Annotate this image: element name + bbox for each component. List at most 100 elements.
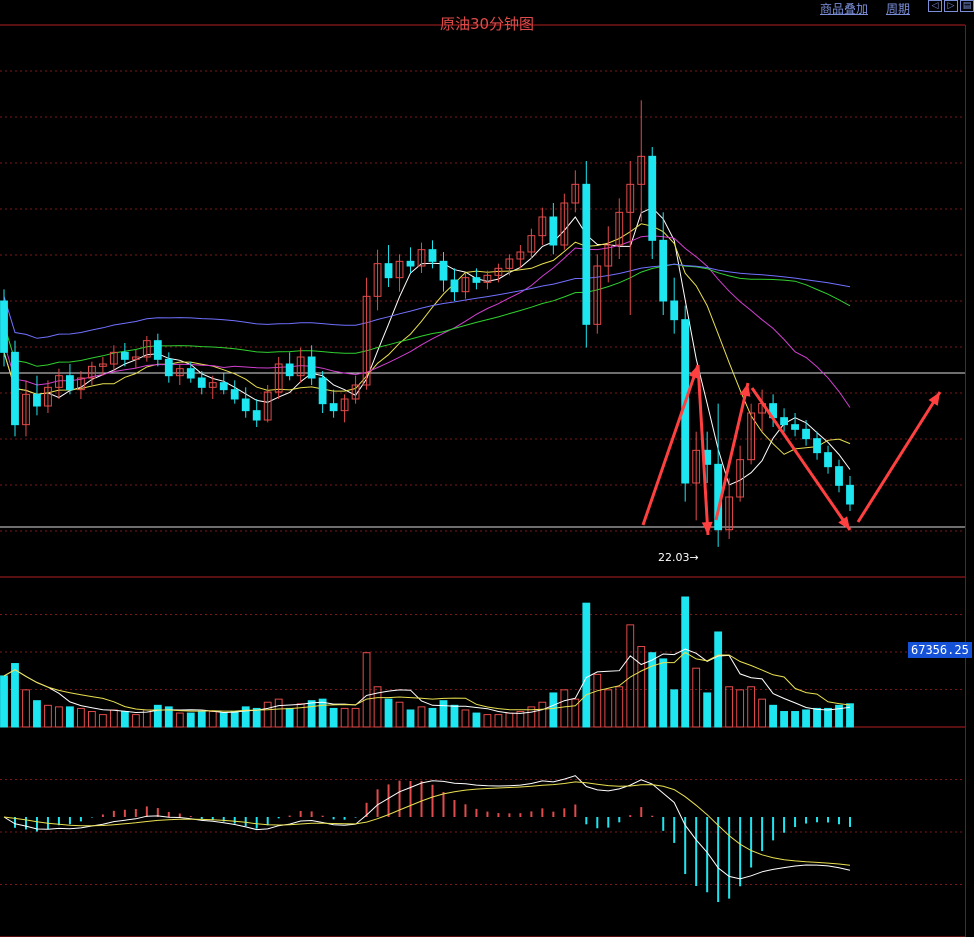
- volume-bar: [494, 714, 503, 728]
- volume-bar: [483, 714, 492, 728]
- candle-body: [582, 183, 591, 325]
- volume-bar: [384, 698, 393, 728]
- candle-body: [33, 393, 41, 407]
- volume-bar: [318, 698, 327, 728]
- volume-bar: [582, 602, 591, 728]
- candle-body: [824, 452, 832, 468]
- volume-bar: [44, 704, 52, 728]
- volume-bar: [692, 667, 701, 728]
- volume-bar: [615, 686, 624, 728]
- volume-bar: [87, 711, 96, 728]
- overlay-link[interactable]: 商品叠加: [820, 0, 868, 16]
- volume-bar: [175, 712, 184, 728]
- candle-body: [813, 438, 821, 454]
- volume-bar: [769, 704, 777, 728]
- candle-body: [164, 358, 173, 377]
- candle-body: [670, 300, 679, 321]
- candle-body: [439, 260, 448, 281]
- candle-body: [659, 239, 668, 302]
- volume-bar: [681, 596, 690, 728]
- volume-bar: [395, 701, 404, 728]
- volume-bar: [274, 698, 283, 728]
- volume-bar: [197, 711, 206, 728]
- annotation-arrow-down-2: [750, 387, 852, 531]
- volume-bar: [791, 711, 799, 728]
- candle-body: [329, 403, 338, 412]
- volume-bar: [98, 714, 107, 728]
- volume-bar: [714, 631, 723, 728]
- prev-icon[interactable]: ◁: [928, 0, 942, 12]
- volume-bar: [11, 663, 19, 728]
- volume-bar: [329, 707, 338, 728]
- candle-body: [780, 417, 788, 426]
- macd-dea-line: [3, 781, 851, 866]
- volume-bar: [109, 709, 118, 728]
- top-links: 商品叠加 周期 ◁ ▷ ▤: [820, 0, 974, 16]
- volume-bar: [538, 701, 547, 728]
- candle-body: [66, 375, 74, 391]
- volume-bar: [153, 704, 162, 728]
- volume-bar: [33, 700, 41, 728]
- ma20-line: [3, 235, 851, 408]
- volume-bar: [340, 707, 349, 728]
- candle-body: [120, 351, 129, 360]
- volume-bar: [549, 692, 558, 728]
- right-info-strip: [965, 25, 974, 937]
- candle-body: [835, 466, 843, 486]
- volume-bar: [230, 711, 239, 728]
- volume-bar: [725, 686, 734, 728]
- candle-body: [197, 377, 206, 388]
- volume-bar: [758, 698, 767, 728]
- ma10-line: [3, 223, 851, 455]
- kline-chart[interactable]: [0, 0, 974, 937]
- candle-body: [648, 155, 657, 241]
- volume-bar: [428, 707, 437, 728]
- candle-body: [428, 249, 437, 262]
- volume-bar: [450, 704, 459, 728]
- volume-bar: [560, 689, 569, 728]
- candle-body: [241, 398, 250, 412]
- candle-body: [153, 340, 162, 360]
- period-link[interactable]: 周期: [886, 0, 910, 16]
- candle-body: [472, 277, 481, 283]
- volume-bar: [66, 706, 74, 728]
- volume-bar: [813, 707, 821, 728]
- volume-bar: [252, 707, 261, 728]
- candle-body: [318, 377, 327, 405]
- volume-bar: [637, 646, 646, 728]
- volume-bar: [439, 700, 448, 728]
- volume-bar: [219, 712, 228, 728]
- vol-ma10-line: [3, 651, 851, 712]
- volume-bar: [417, 706, 426, 728]
- volume-bar: [131, 714, 140, 728]
- candle-body: [791, 424, 799, 430]
- candle-body: [285, 363, 294, 377]
- volume-bar: [747, 686, 756, 728]
- volume-bar: [802, 709, 810, 728]
- volume-bar: [461, 709, 470, 728]
- volume-bar: [208, 711, 217, 728]
- volume-bar: [824, 707, 832, 728]
- candle-body: [252, 410, 261, 421]
- candle-body: [307, 356, 316, 379]
- volume-bar: [593, 673, 602, 728]
- low-price-label: 22.03→: [658, 551, 699, 564]
- vol-ma5-line: [3, 648, 851, 714]
- candle-body: [549, 216, 558, 246]
- candle-body: [802, 428, 810, 440]
- current-volume-box: 67356.25: [908, 642, 972, 658]
- volume-bar: [736, 689, 745, 728]
- candle-body: [0, 300, 8, 353]
- bars-icon[interactable]: ▤: [960, 0, 974, 12]
- volume-bar: [604, 689, 613, 728]
- annotation-arrow-up-1: [641, 364, 700, 526]
- volume-bar: [351, 707, 360, 728]
- volume-bar: [648, 652, 657, 728]
- annotation-arrow-down-2-head: [838, 516, 850, 530]
- volume-bar: [472, 712, 481, 728]
- volume-bar: [670, 689, 679, 728]
- volume-bar: [263, 701, 272, 728]
- volume-bar: [0, 675, 8, 728]
- next-icon[interactable]: ▷: [944, 0, 958, 12]
- volume-bar: [659, 658, 668, 728]
